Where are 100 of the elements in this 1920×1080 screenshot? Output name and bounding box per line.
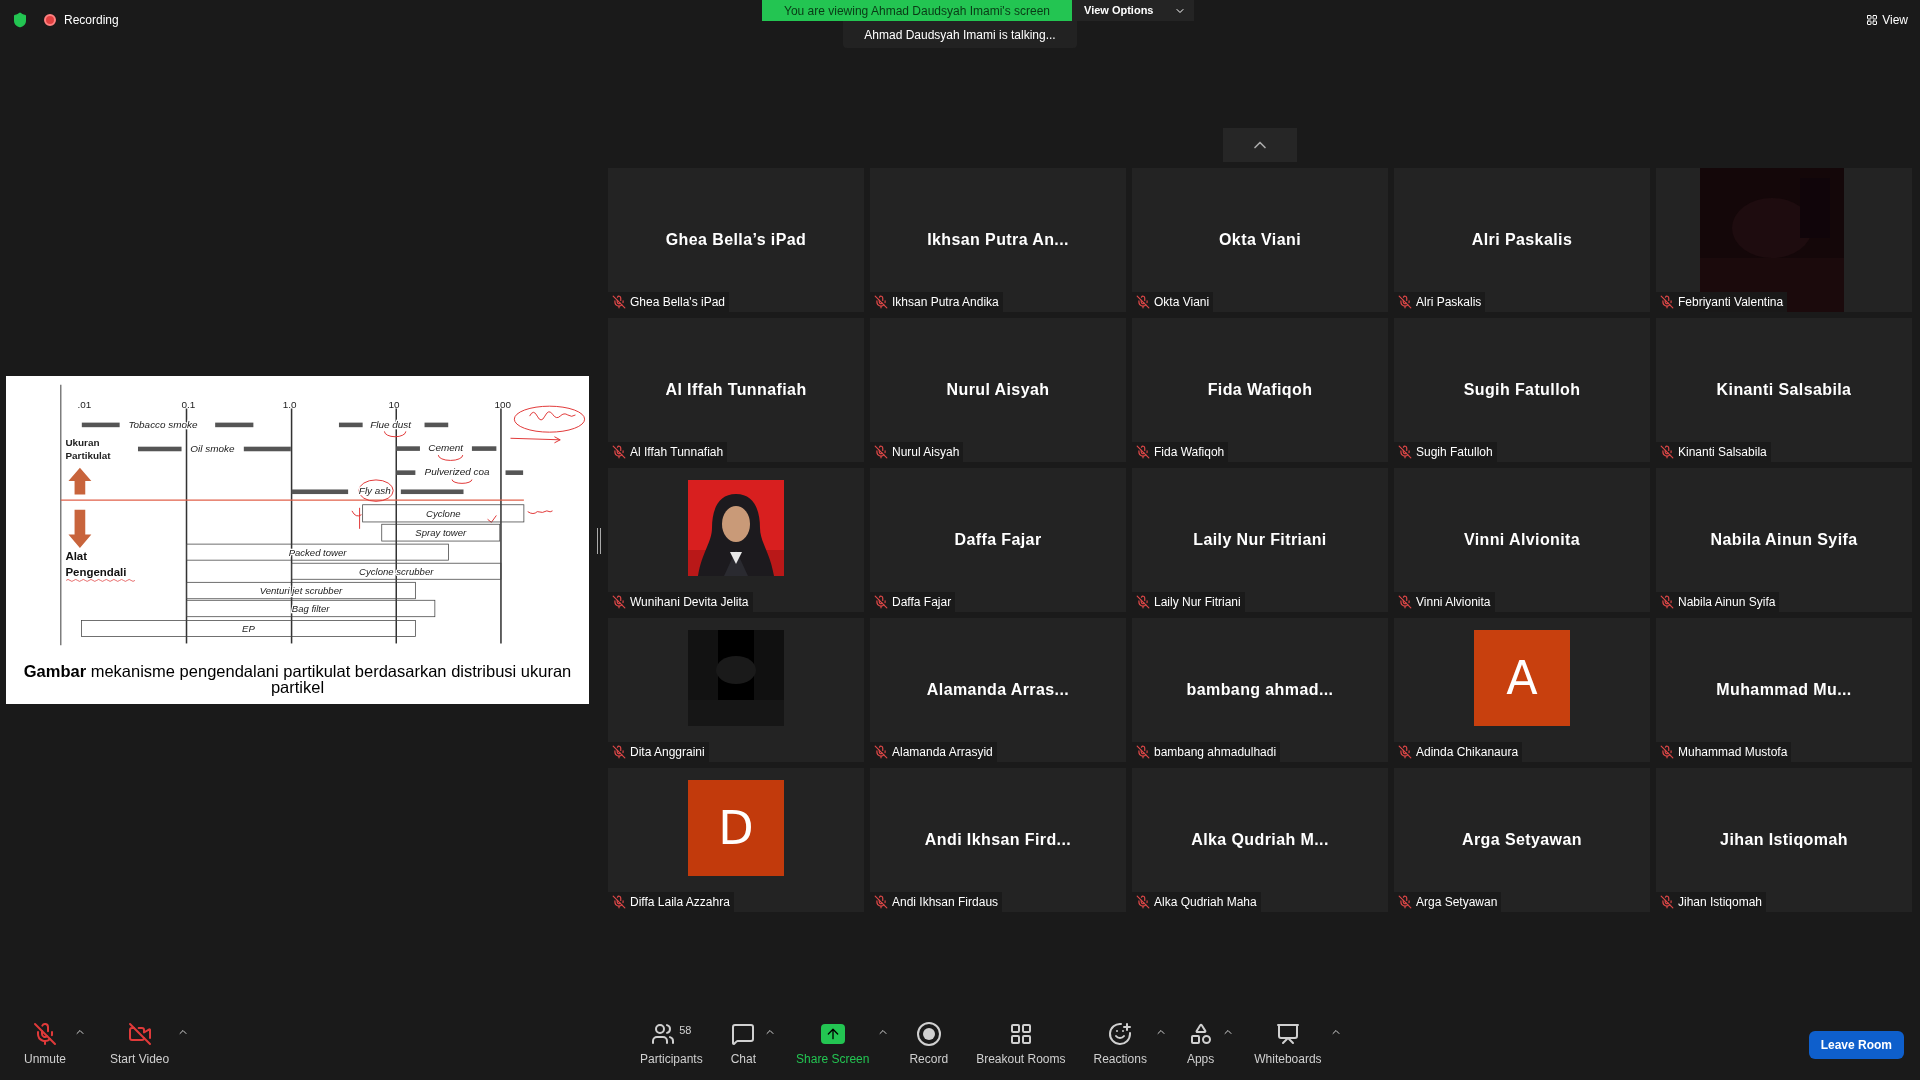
view-options-button[interactable]: View Options (1072, 0, 1194, 21)
video-tile[interactable]: Laily Nur Fitriani Laily Nur Fitriani (1132, 468, 1388, 612)
participant-name: Vinni Alvionita (1463, 531, 1581, 548)
video-tile[interactable]: Arga Setyawan Arga Setyawan (1394, 768, 1650, 912)
particle-label: Pulverized coa (424, 466, 490, 478)
participant-label: Diffa Laila Azzahra (630, 894, 730, 911)
video-tile[interactable]: Alamanda Arras... Alamanda Arrasyid (870, 618, 1126, 762)
participant-name: Muhammad Mu... (1716, 681, 1852, 698)
video-tile[interactable]: Alri Paskalis Alri Paskalis (1394, 168, 1650, 312)
participants-button[interactable]: 58 Participants (632, 1022, 711, 1068)
particle-range-bar (243, 446, 291, 452)
participant-label: Okta Viani (1154, 294, 1210, 311)
video-tile[interactable]: Al Iffah Tunnafiah Al Iffah Tunnafiah (608, 318, 864, 462)
participant-label: Febriyanti Valentina (1678, 294, 1784, 311)
spelling-underline (65, 579, 136, 582)
video-tile[interactable]: Muhammad Mu... Muhammad Mustofa (1656, 618, 1912, 762)
handwritten-mark (527, 510, 553, 514)
avatar-letter: D (688, 780, 784, 876)
whiteboard-icon (1275, 1022, 1300, 1046)
size-axis-label: Ukuran Partikulat (65, 436, 111, 461)
video-tile[interactable]: D Diffa Laila Azzahra (608, 768, 864, 912)
participant-name: Alka Qudriah M... (1191, 831, 1329, 848)
particle-label: Fly ash (358, 485, 391, 497)
particle-label: Oil smoke (190, 442, 235, 454)
participant-name: Kinanti Salsabila (1716, 381, 1852, 398)
participant-name: Nurul Aisyah (946, 381, 1050, 398)
resize-handle[interactable] (597, 528, 601, 554)
chat-button[interactable]: Chat (722, 1022, 765, 1068)
video-tile[interactable]: Kinanti Salsabila Kinanti Salsabila (1656, 318, 1912, 462)
video-tile[interactable]: Ikhsan Putra An... Ikhsan Putra Andika (870, 168, 1126, 312)
participant-name: Andi Ikhsan Fird... (924, 831, 1072, 848)
check-mark (487, 515, 497, 523)
participant-name: Alri Paskalis (1471, 231, 1573, 248)
device-label: Cyclone (426, 508, 461, 520)
participant-name: Ikhsan Putra An... (927, 231, 1069, 248)
breakout-button[interactable]: Breakout Rooms (968, 1022, 1074, 1068)
axis-tick-label: 10 (388, 399, 400, 411)
share-button[interactable]: Share Screen (788, 1022, 878, 1068)
device-label: Spray tower (415, 527, 467, 539)
video-tile[interactable]: Dita Anggraini (608, 618, 864, 762)
participant-label: Laily Nur Fitriani (1154, 594, 1241, 611)
axis-tick-label: 0.1 (181, 399, 196, 411)
video-tile[interactable]: Alka Qudriah M... Alka Qudriah Maha (1132, 768, 1388, 912)
apps-icon (1188, 1022, 1213, 1046)
video-tile[interactable]: Sugih Fatulloh Sugih Fatulloh (1394, 318, 1650, 462)
particle-range-bar (291, 489, 349, 495)
participant-label: bambang ahmadulhadi (1154, 744, 1277, 761)
video-tile[interactable]: Fida Wafiqoh Fida Wafiqoh (1132, 318, 1388, 462)
talking-indicator: Ahmad Daudsyah Imami is talking... (843, 21, 1077, 48)
view-button[interactable]: View (1866, 11, 1908, 29)
device-label: Venturi jet scrubber (259, 585, 343, 597)
handwritten-arc (383, 430, 407, 438)
video-tile[interactable]: Nabila Ainun Syifa Nabila Ainun Syifa (1656, 468, 1912, 612)
mic-button[interactable]: Unmute (16, 1022, 75, 1068)
reactions-button[interactable]: Reactions (1085, 1022, 1155, 1068)
particle-range-bar (396, 446, 420, 451)
video-tile[interactable]: Nurul Aisyah Nurul Aisyah (870, 318, 1126, 462)
recording-indicator[interactable]: Recording (44, 11, 119, 29)
shield-icon[interactable] (12, 12, 28, 28)
particle-range-bar (396, 470, 416, 475)
video-tile[interactable]: Okta Viani Okta Viani (1132, 168, 1388, 312)
apps-button[interactable]: Apps (1178, 1022, 1223, 1068)
participant-name: Sugih Fatulloh (1463, 381, 1581, 398)
participant-label: Fida Wafiqoh (1154, 444, 1225, 461)
device-axis-label: Alat Pengendali (65, 550, 127, 579)
video-tile[interactable]: bambang ahmad... bambang ahmadulhadi (1132, 618, 1388, 762)
participant-name: Daffa Fajar (954, 531, 1042, 548)
video-tile[interactable]: Vinni Alvionita Vinni Alvionita (1394, 468, 1650, 612)
device-label: Bag filter (291, 603, 330, 615)
axis-tick-label: 100 (494, 399, 512, 411)
video-tile[interactable]: Ghea Bella’s iPad Ghea Bella's iPad (608, 168, 864, 312)
participant-label: Ghea Bella's iPad (630, 294, 725, 311)
whiteboards-button[interactable]: Whiteboards (1246, 1022, 1330, 1068)
particle-range-bar (338, 422, 363, 428)
video-tile[interactable]: Jihan Istiqomah Jihan Istiqomah (1656, 768, 1912, 912)
participant-name: Ghea Bella’s iPad (665, 231, 807, 248)
handwritten-circle (358, 479, 394, 502)
video-tile[interactable]: A Adinda Chikanaura (1394, 618, 1650, 762)
participant-label: Kinanti Salsabila (1678, 444, 1767, 461)
video-tile[interactable]: Wunihani Devita Jelita (608, 468, 864, 612)
participant-label: Muhammad Mustofa (1678, 744, 1788, 761)
video-button[interactable]: Start Video (102, 1022, 178, 1068)
handwritten-arc (437, 454, 464, 461)
video-tile[interactable]: Daffa Fajar Daffa Fajar (870, 468, 1126, 612)
participant-label: Wunihani Devita Jelita (630, 594, 749, 611)
participant-label: Alamanda Arrasyid (892, 744, 993, 761)
video-tile[interactable]: Andi Ikhsan Fird... Andi Ikhsan Firdaus (870, 768, 1126, 912)
participant-label: Dita Anggraini (630, 744, 705, 761)
particle-range-bar (400, 489, 464, 495)
record-button[interactable]: Record (901, 1022, 957, 1068)
participant-label: Nabila Ainun Syifa (1678, 594, 1776, 611)
participant-label: Alri Paskalis (1416, 294, 1482, 311)
grid-icon (1008, 1022, 1033, 1046)
slide-caption: Gambar mekanisme pengendalani partikulat berdasarkan distribusi ukuran partikel (22, 662, 573, 695)
participant-name: Okta Viani (1219, 231, 1301, 248)
leave-room-button[interactable]: Leave Room (1808, 1031, 1904, 1059)
video-tile[interactable]: Febriyanti Valentina (1656, 168, 1912, 312)
down-arrow-icon (68, 509, 92, 548)
grid-icon (1866, 14, 1879, 26)
axis-tick-label: 1.0 (282, 399, 297, 411)
